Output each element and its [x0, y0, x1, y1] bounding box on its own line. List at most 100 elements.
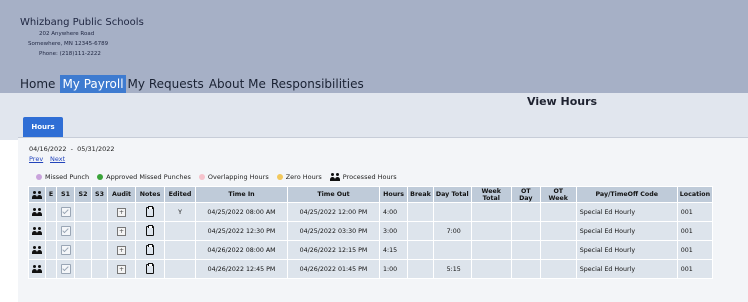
e-cell: [45, 221, 57, 241]
legend-zero-hours: Zero Hours: [276, 173, 322, 181]
time-in-cell: 04/25/2022 12:30 PM: [195, 221, 288, 241]
e-cell: [45, 240, 57, 260]
hours-table: E S1 S2 S3 Audit Notes Edited Time In Ti…: [28, 186, 714, 279]
phone-number: Phone: (218)111-2222: [39, 51, 101, 57]
ot-day-cell: [510, 240, 541, 260]
missed-punch-dot: [36, 174, 42, 180]
audit-expand-icon[interactable]: +: [117, 245, 126, 255]
s3-cell: [91, 259, 108, 279]
week-total-cell: [470, 240, 512, 260]
audit-expand-icon[interactable]: +: [117, 207, 126, 217]
audit-cell[interactable]: +: [107, 259, 136, 279]
s1-checkbox[interactable]: [60, 226, 71, 236]
s1-cell[interactable]: [56, 240, 75, 260]
ot-day-cell: [510, 259, 541, 279]
week-total-cell: [470, 202, 512, 222]
users-icon: [329, 173, 340, 181]
e-cell: [45, 202, 57, 222]
table-row[interactable]: +04/26/2022 08:00 AM 04/26/2022 12:15 PM 4…: [28, 240, 714, 260]
s1-checkbox[interactable]: [60, 245, 71, 255]
notes-cell[interactable]: [135, 259, 165, 279]
break-cell: [407, 202, 434, 222]
nav-my-payroll[interactable]: My Payroll: [60, 75, 126, 93]
pay-code-cell: Special Ed Hourly: [575, 221, 678, 241]
users-icon: [32, 208, 42, 216]
legend: Missed Punch Approved Missed Punches Ove…: [36, 171, 405, 183]
week-total-cell: [470, 221, 512, 241]
address-line2: Somewhere, MN 12345-6789: [28, 41, 109, 47]
week-total-cell: [470, 259, 512, 279]
nav-responsibilities[interactable]: Responsibilities: [271, 75, 367, 93]
col-s2: S2: [74, 186, 92, 203]
date-range: 04/16/2022 - 05/31/2022: [29, 145, 115, 153]
processed-cell: [28, 240, 46, 260]
edited-cell: [164, 240, 196, 260]
users-icon: [32, 190, 42, 199]
notes-clipboard-icon[interactable]: [146, 263, 154, 274]
audit-expand-icon[interactable]: +: [117, 264, 126, 274]
col-day-total: Day Total: [432, 186, 472, 203]
col-time-out: Time Out: [287, 186, 380, 203]
time-in-cell: 04/25/2022 08:00 AM: [195, 202, 288, 222]
notes-clipboard-icon[interactable]: [146, 206, 154, 217]
break-cell: [407, 240, 434, 260]
s1-cell[interactable]: [56, 202, 75, 222]
time-out-cell: 04/26/2022 12:15 PM: [287, 240, 380, 260]
notes-clipboard-icon[interactable]: [146, 244, 154, 255]
time-out-cell: 04/26/2022 01:45 PM: [287, 259, 380, 279]
col-s3: S3: [91, 186, 108, 203]
audit-expand-icon[interactable]: +: [117, 226, 126, 236]
s1-checkbox[interactable]: [60, 264, 71, 274]
table-row[interactable]: +04/26/2022 12:45 PM 04/26/2022 01:45 PM 1…: [28, 259, 714, 279]
legend-label: Overlapping Hours: [207, 173, 269, 181]
table-row[interactable]: + Y 04/25/2022 08:00 AM 04/25/2022 12:00 PM…: [28, 202, 714, 222]
notes-cell[interactable]: [135, 202, 165, 222]
audit-cell[interactable]: +: [107, 202, 136, 222]
legend-processed: Processed Hours: [329, 173, 397, 181]
tab-hours[interactable]: Hours: [23, 117, 63, 137]
s1-cell[interactable]: [56, 221, 75, 241]
table-row[interactable]: +04/25/2022 12:30 PM 04/25/2022 03:30 PM 3…: [28, 221, 714, 241]
s2-cell: [74, 221, 92, 241]
audit-cell[interactable]: +: [107, 240, 136, 260]
s1-cell[interactable]: [56, 259, 75, 279]
s1-checkbox[interactable]: [60, 207, 71, 217]
notes-cell[interactable]: [135, 221, 165, 241]
s3-cell: [91, 202, 108, 222]
col-break: Break: [407, 186, 434, 203]
notes-cell[interactable]: [135, 240, 165, 260]
col-time-in: Time In: [195, 186, 288, 203]
prev-link[interactable]: Prev: [29, 155, 43, 163]
legend-approved-missed: Approved Missed Punches: [97, 173, 191, 181]
edited-cell: Y: [164, 202, 196, 222]
hours-cell: 1:00: [378, 259, 409, 279]
col-ot-day: OT Day: [510, 186, 541, 203]
ot-week-cell: [539, 240, 577, 260]
notes-clipboard-icon[interactable]: [146, 225, 154, 236]
legend-label: Zero Hours: [285, 173, 322, 181]
col-edited: Edited: [164, 186, 196, 203]
table-header-row: E S1 S2 S3 Audit Notes Edited Time In Ti…: [28, 186, 714, 203]
legend-missed-punch: Missed Punch: [36, 173, 89, 181]
nav-about-me[interactable]: About Me: [209, 75, 269, 93]
main-nav: Home My Payroll My Requests About Me Res…: [20, 75, 369, 93]
location-cell: 001: [676, 202, 714, 222]
col-location: Location: [676, 186, 714, 203]
nav-home[interactable]: Home: [20, 75, 58, 93]
next-link[interactable]: Next: [50, 155, 65, 163]
hours-cell: 3:00: [378, 221, 409, 241]
time-out-cell: 04/25/2022 03:30 PM: [287, 221, 380, 241]
legend-label: Missed Punch: [45, 173, 90, 181]
audit-cell[interactable]: +: [107, 221, 136, 241]
address-line1: 202 Anywhere Road: [39, 31, 95, 37]
col-ot-week: OT Week: [539, 186, 577, 203]
col-week-total: Week Total: [470, 186, 512, 203]
users-icon: [32, 227, 42, 235]
day-total-cell: 5:15: [432, 259, 472, 279]
ot-week-cell: [539, 259, 577, 279]
pay-code-cell: Special Ed Hourly: [575, 240, 678, 260]
nav-my-requests[interactable]: My Requests: [128, 75, 207, 93]
hours-cell: 4:00: [378, 202, 409, 222]
ot-day-cell: [510, 202, 541, 222]
overlapping-dot: [198, 174, 205, 180]
